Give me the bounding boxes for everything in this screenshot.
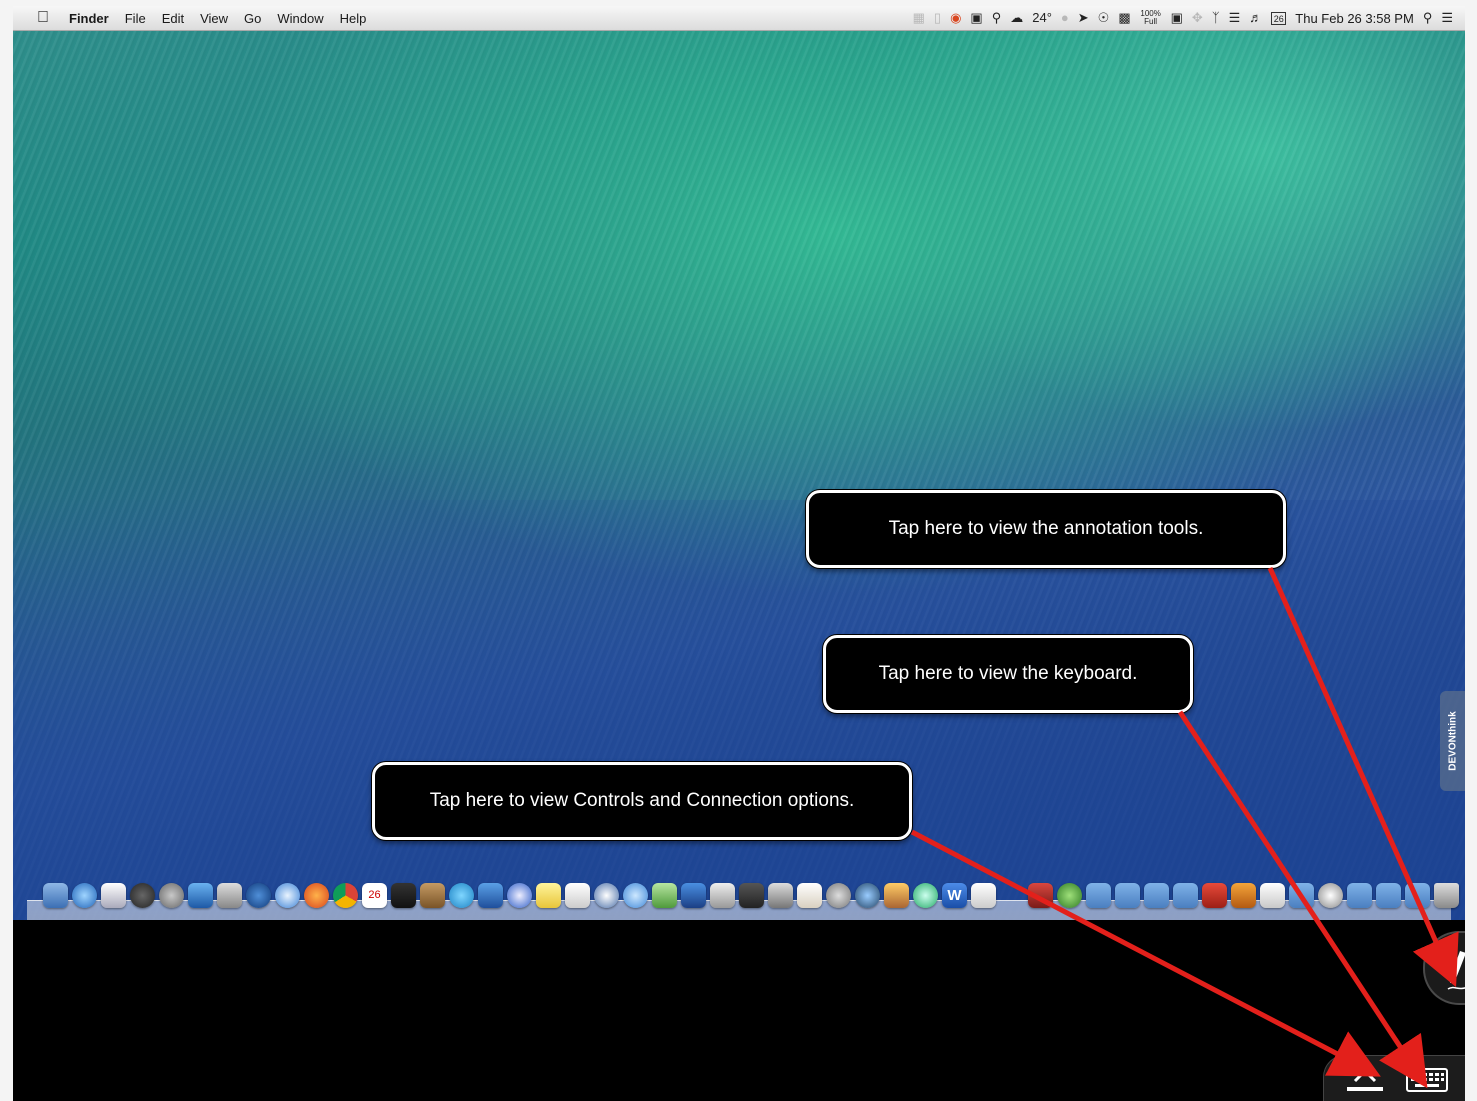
callout-annotation-text: Tap here to view the annotation tools. [888, 518, 1204, 539]
cup-app-icon[interactable] [797, 883, 822, 908]
home-folder-icon[interactable] [1260, 883, 1285, 908]
disk-utility-icon[interactable] [826, 883, 851, 908]
finder-icon[interactable] [43, 883, 68, 908]
orange-folder-icon[interactable] [1231, 883, 1256, 908]
document-icon[interactable] [971, 883, 996, 908]
firefox-icon[interactable] [304, 883, 329, 908]
devonthink-label: DEVONthink [1447, 711, 1458, 771]
move-icon[interactable]: ✥ [1192, 10, 1203, 26]
app-store-icon[interactable] [72, 883, 97, 908]
devonthink-side-tab[interactable]: DEVONthink [1440, 691, 1465, 791]
stickies-icon[interactable] [536, 883, 561, 908]
safari-icon[interactable] [275, 883, 300, 908]
badge-icon[interactable]: ▣ [1171, 10, 1183, 26]
control-area [13, 920, 1465, 1101]
folder-documents-icon[interactable] [1115, 883, 1140, 908]
terminal-app-icon[interactable] [884, 883, 909, 908]
screenshot-frame:  Finder File Edit View Go Window Help ▦… [0, 0, 1477, 1101]
bird-icon[interactable]: ➤ [1078, 10, 1089, 26]
folder-icon[interactable] [1173, 883, 1198, 908]
menu-go[interactable]: Go [236, 6, 269, 30]
drop-icon[interactable]: ● [1061, 10, 1069, 26]
menu-view[interactable]: View [192, 6, 236, 30]
menu-help[interactable]: Help [332, 6, 375, 30]
callout-annotation-tools: Tap here to view the annotation tools. [806, 490, 1286, 568]
remote-desktop-icon[interactable] [681, 883, 706, 908]
folder-extra-icon[interactable] [1405, 883, 1430, 908]
callout-controls-text: Tap here to view Controls and Connection… [429, 790, 855, 811]
spotlight-search-icon[interactable]: ⚲ [1423, 10, 1433, 26]
callout-controls: Tap here to view Controls and Connection… [372, 762, 912, 840]
green-app-icon[interactable] [1057, 883, 1082, 908]
mail-icon[interactable] [101, 883, 126, 908]
time-machine-icon[interactable] [913, 883, 938, 908]
grid-icon[interactable]: ▦ [913, 10, 925, 26]
xcode-icon[interactable] [478, 883, 503, 908]
cube-app-icon[interactable] [768, 883, 793, 908]
evernote-icon[interactable] [652, 883, 677, 908]
apple-logo-icon[interactable]:  [29, 6, 61, 30]
swirl-app-icon[interactable] [449, 883, 474, 908]
dock-icons: 26 W [43, 883, 1459, 908]
controls-connection-button[interactable] [1333, 1061, 1393, 1099]
folder-shared-icon[interactable] [1289, 883, 1314, 908]
folder-pictures-icon[interactable] [1347, 883, 1372, 908]
1password-icon[interactable] [594, 883, 619, 908]
rocket-app-icon[interactable] [855, 883, 880, 908]
screen-sharing-icon[interactable] [188, 883, 213, 908]
grid-app-icon[interactable] [739, 883, 764, 908]
mouse-app-icon[interactable] [1318, 883, 1343, 908]
menu-edit[interactable]: Edit [154, 6, 192, 30]
callout-keyboard: Tap here to view the keyboard. [823, 635, 1193, 713]
target-icon[interactable]: ☉ [1098, 10, 1110, 26]
notification-center-icon[interactable]: ☰ [1441, 10, 1453, 26]
fox-app-icon[interactable] [420, 883, 445, 908]
camera-icon[interactable]: ▣ [970, 10, 982, 26]
folder-x-icon[interactable] [1376, 883, 1401, 908]
callout-keyboard-text: Tap here to view the keyboard. [878, 663, 1138, 684]
menu-file[interactable]: File [117, 6, 154, 30]
keyboard-button[interactable] [1401, 1061, 1453, 1099]
record-icon[interactable]: ◉ [950, 10, 961, 26]
display-icon[interactable]: ▩ [1118, 10, 1130, 26]
messages-icon[interactable] [623, 883, 648, 908]
phone-icon[interactable]: ▯ [934, 10, 941, 26]
wrench-icon[interactable]: ⚲ [992, 10, 1002, 26]
calendar-dock-icon[interactable]: 26 [362, 883, 387, 908]
menu-app-name[interactable]: Finder [61, 6, 117, 30]
menu-bar:  Finder File Edit View Go Window Help ▦… [13, 6, 1465, 31]
calendar-icon[interactable]: 26 [1271, 11, 1287, 25]
textedit-icon[interactable] [565, 883, 590, 908]
battery-status[interactable]: 100% Full [1140, 10, 1162, 26]
weather-temperature[interactable]: 24° [1032, 10, 1052, 26]
trash-icon[interactable] [1434, 883, 1459, 908]
dock: 26 W [27, 877, 1459, 922]
weather-cloud-icon[interactable]: ☁ [1010, 10, 1023, 26]
menu-clock[interactable]: Thu Feb 26 3:58 PM [1295, 11, 1414, 26]
keyboard-icon [1406, 1068, 1448, 1092]
chrome-icon[interactable] [333, 883, 358, 908]
menu-window[interactable]: Window [269, 6, 331, 30]
bluetooth-icon[interactable]: ᛉ [1212, 10, 1220, 26]
toolbox-folder-icon[interactable] [1202, 883, 1227, 908]
launchpad-icon[interactable] [130, 883, 155, 908]
octopus-app-icon[interactable] [246, 883, 271, 908]
folder-applications-icon[interactable] [1086, 883, 1111, 908]
activity-monitor-icon[interactable] [391, 883, 416, 908]
pen-icon [1447, 951, 1465, 990]
scanner-icon[interactable] [710, 883, 735, 908]
folder-downloads-icon[interactable] [1144, 883, 1169, 908]
eject-icon [1347, 1068, 1383, 1091]
system-preferences-icon[interactable] [159, 883, 184, 908]
pen-app-icon[interactable] [507, 883, 532, 908]
monitor-app-icon[interactable] [1028, 883, 1053, 908]
volume-icon[interactable]: ♬ [1249, 10, 1262, 26]
wifi-icon[interactable]: ☰ [1229, 10, 1241, 26]
word-icon[interactable]: W [942, 883, 967, 908]
preview-icon[interactable] [217, 883, 242, 908]
